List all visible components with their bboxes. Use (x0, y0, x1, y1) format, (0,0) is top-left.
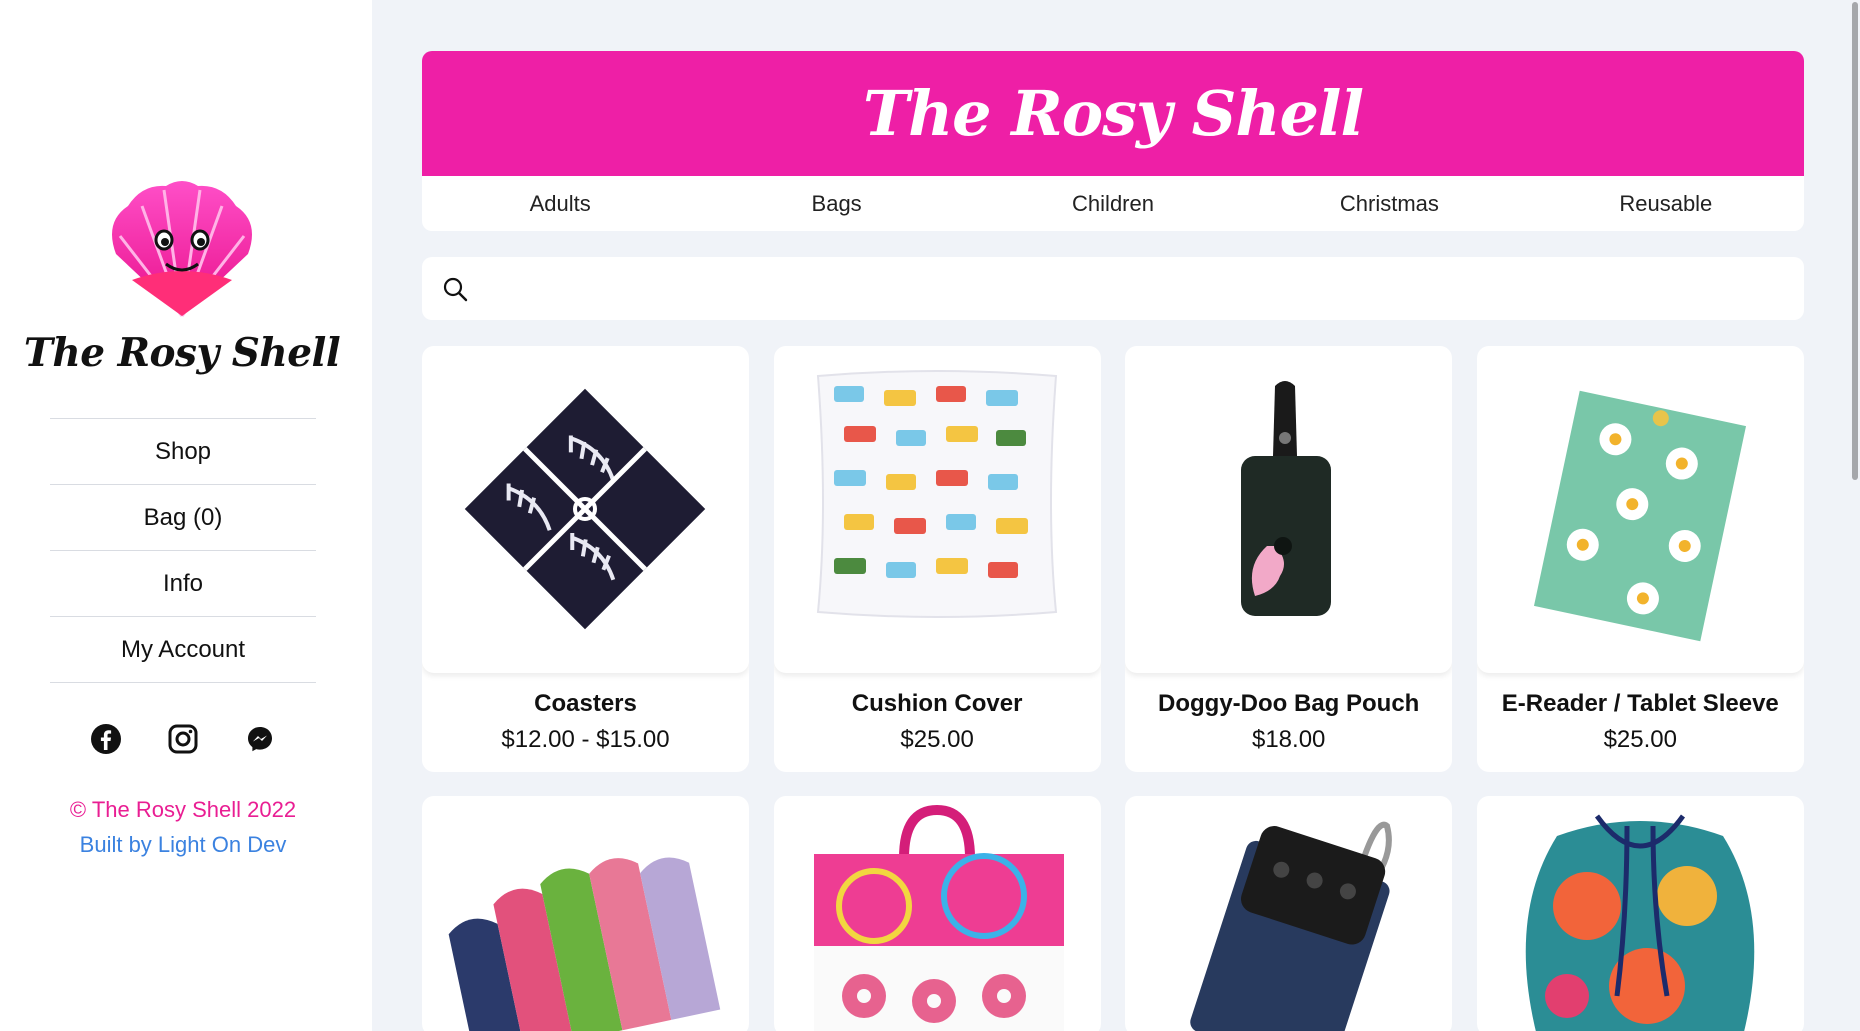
hero-banner: The Rosy Shell (422, 51, 1804, 176)
instagram-icon[interactable] (166, 722, 200, 756)
product-price: $25.00 (1603, 726, 1677, 753)
product-name[interactable]: Coasters (422, 690, 749, 718)
sidebar-item-shop[interactable]: Shop (50, 419, 316, 485)
messenger-icon[interactable] (243, 722, 277, 756)
product-grid: Coasters $12.00 - $15.00 Cushion Cover $… (422, 346, 1804, 1031)
product-name[interactable]: E-Reader / Tablet Sleeve (1477, 690, 1804, 718)
search-bar (422, 257, 1804, 320)
category-reusable[interactable]: Reusable (1528, 176, 1804, 231)
facebook-icon[interactable] (89, 722, 123, 756)
product-price: $25.00 (900, 726, 974, 753)
coasters-image[interactable] (422, 346, 749, 673)
product-card[interactable]: Cushion Cover $25.00 (773, 346, 1101, 772)
product-card[interactable] (773, 796, 1101, 1031)
doggy-doo-pouch-image[interactable] (1125, 346, 1453, 673)
search-icon[interactable] (440, 274, 470, 304)
tablet-sleeve-image[interactable] (1476, 346, 1804, 673)
built-by-link[interactable]: Built by Light On Dev (0, 832, 366, 858)
sidebar-item-info[interactable]: Info (50, 551, 316, 617)
category-adults[interactable]: Adults (422, 176, 698, 231)
product-name[interactable]: Cushion Cover (774, 690, 1101, 718)
brand-name: The Rosy Shell (23, 330, 341, 376)
category-christmas[interactable]: Christmas (1251, 176, 1527, 231)
social-links (50, 714, 316, 764)
sidebar-item-bag[interactable]: Bag (0) (50, 485, 316, 551)
cushion-cover-image[interactable] (773, 346, 1101, 673)
donut-bag-image[interactable] (773, 796, 1101, 1031)
product-card[interactable] (422, 796, 749, 1031)
category-children[interactable]: Children (975, 176, 1251, 231)
product-card[interactable]: Doggy-Doo Bag Pouch $18.00 (1125, 346, 1453, 772)
search-input[interactable] (470, 257, 1804, 320)
product-price: $18.00 (1251, 726, 1326, 753)
drawstring-bag-image[interactable] (1476, 796, 1804, 1031)
scrollbar-thumb[interactable] (1852, 2, 1858, 480)
copyright-text: © The Rosy Shell 2022 (69, 797, 297, 822)
shell-logo[interactable] (102, 176, 262, 322)
product-card[interactable]: Coasters $12.00 - $15.00 (422, 346, 749, 772)
sidebar-item-my-account[interactable]: My Account (50, 617, 316, 683)
page-scrollbar[interactable] (1850, 0, 1860, 1031)
product-name[interactable]: Doggy-Doo Bag Pouch (1125, 690, 1452, 718)
product-card[interactable] (1476, 796, 1804, 1031)
category-bags[interactable]: Bags (698, 176, 974, 231)
sidebar-nav: Shop Bag (0) Info My Account (50, 418, 316, 683)
category-nav: Adults Bags Children Christmas Reusable (422, 176, 1804, 231)
key-pouch-image[interactable] (1125, 796, 1453, 1031)
product-card[interactable] (1125, 796, 1453, 1031)
cloth-pads-image[interactable] (422, 796, 749, 1031)
product-card[interactable]: E-Reader / Tablet Sleeve $25.00 (1476, 346, 1804, 772)
product-price: $12.00 - $15.00 (501, 726, 670, 753)
sidebar: The Rosy Shell Shop Bag (0) Info My Acco… (0, 0, 372, 1031)
page-title: The Rosy Shell (862, 77, 1364, 150)
